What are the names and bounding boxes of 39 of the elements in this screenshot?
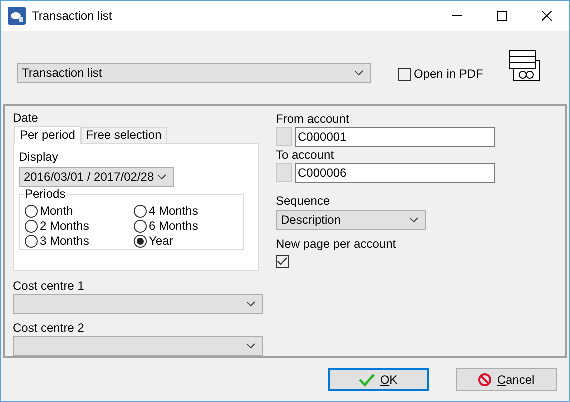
check-icon [359, 372, 376, 386]
account-field[interactable]: C000001 [295, 127, 495, 147]
radio-button[interactable]: 6 Months [134, 218, 198, 234]
field-label: To account [276, 148, 336, 162]
field-label: New page per account [276, 237, 398, 251]
print-icon[interactable] [509, 50, 542, 82]
chevron-icon [246, 301, 256, 308]
checkbox-label: Open in PDF [414, 66, 484, 83]
field-label: Date [13, 111, 40, 125]
window-title: Transaction list [32, 8, 112, 25]
field-label: Cost centre 1 [13, 279, 86, 294]
radio-button[interactable]: 4 Months [134, 204, 198, 219]
date-range-dropdown[interactable]: 2016/03/01 / 2017/02/28 [19, 166, 174, 187]
app-icon [8, 7, 26, 25]
ok-button[interactable]: OK [328, 368, 429, 391]
account-field[interactable]: C000006 [295, 163, 495, 183]
no-entry-icon [478, 372, 492, 386]
field-label: Cost centre 2 [13, 321, 86, 336]
radio-button[interactable]: Year [134, 234, 174, 249]
radio-button[interactable]: 3 Months [25, 234, 90, 249]
field-label: Sequence [276, 194, 332, 208]
group-label: Periods [24, 186, 67, 201]
checkbox[interactable] [276, 255, 289, 268]
chevron-icon [354, 70, 364, 76]
checkbox[interactable] [398, 68, 411, 80]
chevron-icon [246, 343, 256, 350]
chevron-icon [409, 217, 419, 223]
radio-button[interactable]: Month [25, 204, 74, 219]
tab[interactable]: Free selection [81, 126, 167, 143]
cancel-button[interactable]: Cancel [456, 368, 557, 391]
field-label: From account [276, 112, 350, 126]
maximize-icon [496, 11, 506, 21]
radio-button[interactable]: 2 Months [25, 218, 90, 234]
sequence-dropdown[interactable]: Description [276, 210, 426, 230]
field-label: Display [19, 150, 60, 164]
close-icon [542, 11, 552, 21]
report-dropdown[interactable]: Transaction list [17, 63, 371, 83]
tab[interactable]: Per period [14, 126, 82, 144]
chevron-icon [157, 174, 167, 180]
